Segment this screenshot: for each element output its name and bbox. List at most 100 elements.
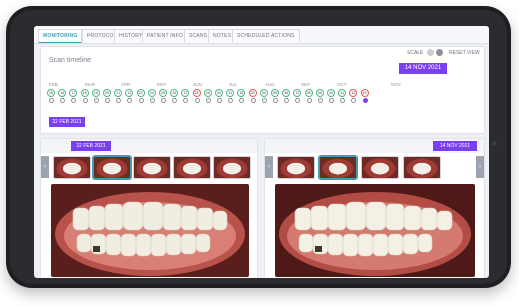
scan-indicator xyxy=(340,98,346,103)
scan-marker[interactable]: 32 xyxy=(237,89,246,97)
scan-marker[interactable]: 21 xyxy=(114,89,123,97)
scan-indicator xyxy=(82,98,88,103)
timeline-month-label: FEB xyxy=(49,82,58,87)
scan-marker[interactable]: 35 xyxy=(271,89,279,97)
camera-icon xyxy=(492,141,497,146)
thumbnail[interactable] xyxy=(361,156,399,179)
scan-indicator xyxy=(71,98,77,103)
tab-bar: MONITORING PROTOCOL HISTORY PATIENT INFO… xyxy=(34,26,489,44)
scan-marker[interactable]: 33 xyxy=(248,89,257,97)
teeth-photo xyxy=(275,184,475,277)
tab-monitoring[interactable]: MONITORING xyxy=(38,29,83,43)
scan-indicator xyxy=(317,98,323,103)
left-intraoral-photo xyxy=(51,184,249,277)
scan-indicator xyxy=(172,98,178,103)
left-panel-date: 22 FEB 2021 xyxy=(71,141,111,151)
scan-marker[interactable]: 37 xyxy=(293,89,302,97)
app-screen: MONITORING PROTOCOL HISTORY PATIENT INFO… xyxy=(34,26,489,278)
scan-indicator xyxy=(194,98,200,103)
timeline-month-label: NOV xyxy=(391,82,401,87)
scan-marker[interactable]: 26 xyxy=(170,89,179,97)
scan-marker[interactable]: 43 xyxy=(360,89,369,97)
scan-marker[interactable]: 29 xyxy=(203,89,212,97)
scan-indicator xyxy=(60,98,66,103)
scan-marker[interactable]: 16 xyxy=(58,89,67,97)
right-scan-panel: 14 NOV 2021 ‹ › xyxy=(264,138,485,278)
scan-indicator xyxy=(261,98,267,103)
teeth-photo xyxy=(51,184,249,277)
thumbnail[interactable] xyxy=(277,156,315,179)
left-thumbnail-row xyxy=(41,156,257,179)
scan-indicator xyxy=(105,98,110,103)
scan-indicator xyxy=(329,98,334,103)
timeline-month-label: JUN xyxy=(193,82,202,87)
scan-marker[interactable]: 30 xyxy=(215,89,223,97)
thumbnail[interactable] xyxy=(403,156,441,179)
scan-indicator xyxy=(127,98,133,103)
scan-marker[interactable]: 39 xyxy=(315,89,324,97)
scan-marker[interactable]: 23 xyxy=(136,89,145,97)
scan-indicator xyxy=(217,98,222,103)
scan-marker[interactable]: 34 xyxy=(259,89,268,97)
timeline-month-label: SEP xyxy=(301,82,311,87)
scan-indicator xyxy=(138,98,144,103)
scan-indicator xyxy=(183,98,189,103)
scan-marker[interactable]: 22 xyxy=(125,89,134,97)
reset-view-button[interactable]: RESET VIEW xyxy=(449,50,480,56)
timeline-month-label: OCT xyxy=(337,82,347,87)
left-panel-header: 22 FEB 2021 xyxy=(41,139,257,153)
scan-indicator xyxy=(362,98,368,103)
timeline-month-label: APR xyxy=(121,82,131,87)
scan-marker[interactable]: 31 xyxy=(226,89,235,97)
scan-marker[interactable]: 41 xyxy=(338,89,347,97)
zoom-out-icon[interactable] xyxy=(427,49,434,56)
left-scan-panel: 22 FEB 2021 ‹ xyxy=(40,138,258,278)
tab-scheduled-actions[interactable]: SCHEDULED ACTIONS xyxy=(232,29,300,42)
right-selected-date: 14 NOV 2021 xyxy=(399,63,447,74)
scan-marker[interactable]: 42 xyxy=(349,89,358,97)
timeline-month-label: AUG xyxy=(265,82,275,87)
scan-marker[interactable]: 27 xyxy=(181,89,190,97)
scan-marker[interactable]: 19 xyxy=(91,89,100,97)
tablet-frame: MONITORING PROTOCOL HISTORY PATIENT INFO… xyxy=(6,6,511,288)
scan-marker[interactable]: 20 xyxy=(103,89,111,97)
scan-marker[interactable]: 18 xyxy=(80,89,89,97)
scan-indicator xyxy=(161,98,166,103)
scan-marker[interactable]: 40 xyxy=(327,89,335,97)
scan-indicator xyxy=(351,98,357,103)
scan-marker[interactable]: 17 xyxy=(69,89,78,97)
timeline-month-label: JUL xyxy=(229,82,238,87)
scan-indicator xyxy=(273,98,278,103)
scan-marker[interactable]: 28 xyxy=(192,89,201,97)
scan-marker[interactable]: 38 xyxy=(304,89,313,97)
scan-indicator xyxy=(205,98,211,103)
scan-indicator xyxy=(149,98,155,103)
thumbnail[interactable] xyxy=(173,156,211,179)
scan-timeline-panel: Scan timeline SCALE RESET VIEW 14 NOV 20… xyxy=(40,46,485,134)
scan-indicator xyxy=(116,98,122,103)
scan-indicator xyxy=(228,98,234,103)
scan-indicator xyxy=(284,98,290,103)
scan-marker[interactable]: 36 xyxy=(282,89,291,97)
scan-marker[interactable]: 24 xyxy=(147,89,156,97)
zoom-in-icon[interactable] xyxy=(436,49,443,56)
timeline-month-label: MAR xyxy=(85,82,95,87)
scale-label: SCALE xyxy=(407,50,424,56)
tab-patient-info[interactable]: PATIENT INFO xyxy=(142,29,189,42)
thumbnail[interactable] xyxy=(93,156,131,179)
thumbnail[interactable] xyxy=(133,156,171,179)
scan-indicator xyxy=(239,98,245,103)
scan-marker[interactable]: 15 xyxy=(47,89,55,97)
scan-indicator xyxy=(93,98,99,103)
scan-indicator xyxy=(295,98,301,103)
scan-indicator xyxy=(49,98,54,103)
thumbnail[interactable] xyxy=(319,156,357,179)
left-selected-date: 22 FEB 2021 xyxy=(49,117,85,127)
thumbnail[interactable] xyxy=(53,156,91,179)
scan-indicator xyxy=(250,98,256,103)
scan-marker[interactable]: 25 xyxy=(159,89,167,97)
right-intraoral-photo xyxy=(275,184,475,277)
right-panel-date: 14 NOV 2021 xyxy=(433,141,477,151)
timeline-month-label: MAY xyxy=(157,82,167,87)
thumbnail[interactable] xyxy=(213,156,251,179)
